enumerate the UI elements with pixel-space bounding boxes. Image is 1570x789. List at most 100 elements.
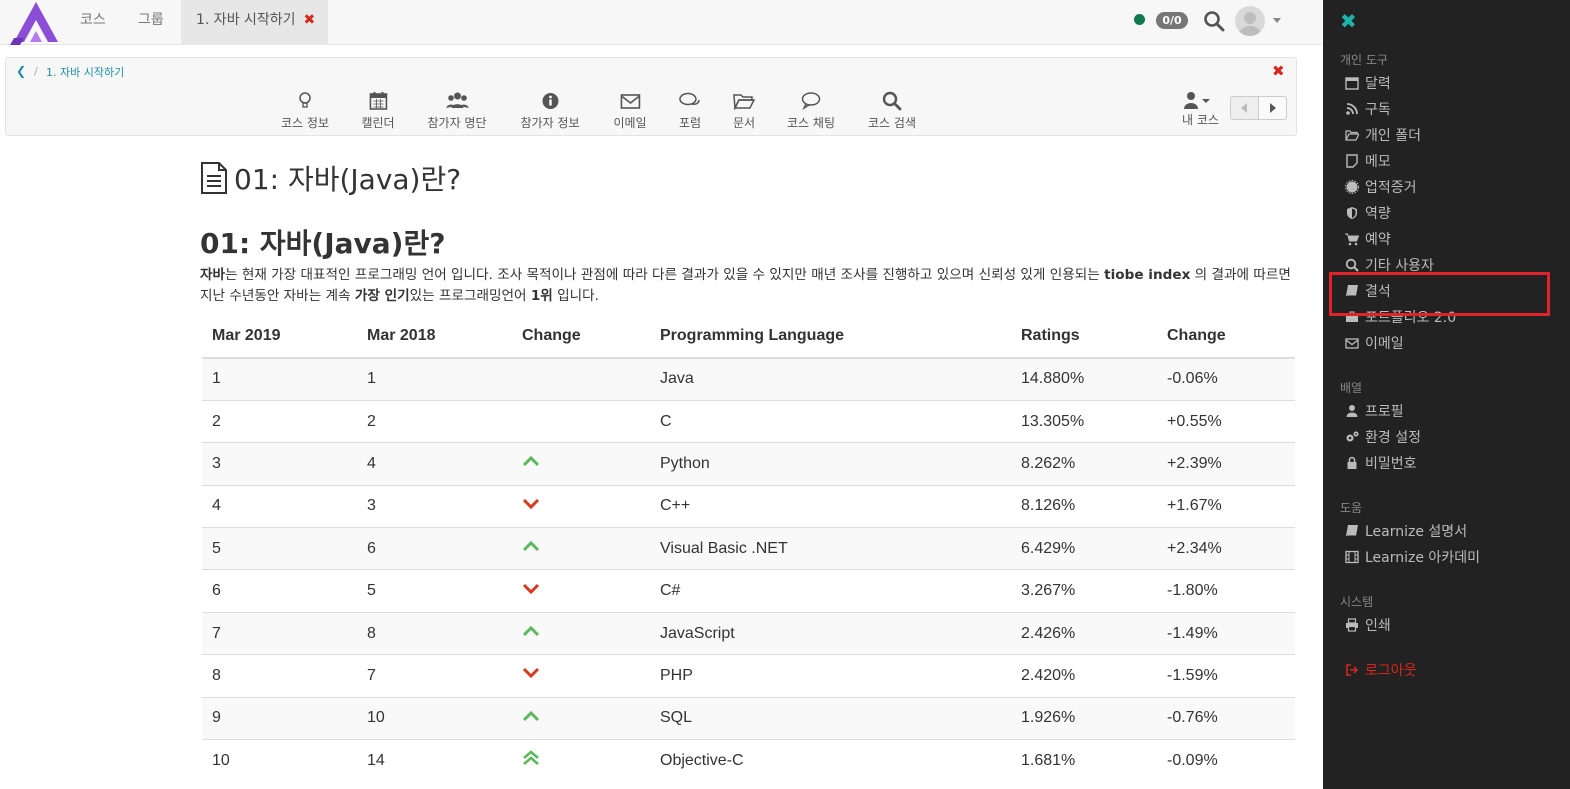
next-button[interactable]: [1258, 96, 1287, 120]
my-course-menu[interactable]: 내 코스: [1182, 91, 1219, 128]
table-row: 8 7 PHP 2.420% -1.59%: [202, 654, 1295, 698]
back-chevron-icon[interactable]: ❮: [16, 64, 26, 78]
tool-forum[interactable]: 포럼: [679, 91, 701, 131]
sidebar-item-calendar[interactable]: 달력: [1345, 72, 1391, 94]
sidebar-heading-help: 도움: [1340, 501, 1363, 515]
rating-cell: 6.429%: [1011, 527, 1157, 570]
sign-out-icon: [1346, 664, 1359, 676]
trend-cell: [512, 739, 650, 782]
close-tab-icon[interactable]: ✖: [304, 12, 316, 28]
sidebar-item-certificates[interactable]: 업적증거: [1345, 176, 1417, 198]
gears-icon: [1346, 431, 1359, 442]
sidebar-item-label: 프로필: [1365, 404, 1404, 420]
avatar[interactable]: [1235, 6, 1265, 36]
sidebar-item-profile[interactable]: 프로필: [1345, 400, 1404, 422]
rank-2018-cell: 4: [357, 442, 512, 486]
document-icon: [201, 162, 227, 194]
chevron-down-icon[interactable]: [1273, 18, 1281, 23]
rank-2019-cell: 7: [202, 611, 357, 655]
rank-2019-cell: 2: [202, 399, 357, 443]
previous-button[interactable]: [1230, 96, 1259, 120]
rating-cell: 8.126%: [1011, 484, 1157, 528]
envelope-icon: [1345, 338, 1359, 349]
rank-2019-cell: 6: [202, 569, 357, 613]
rank-2018-cell: 1: [357, 357, 512, 401]
change-cell: +1.67%: [1157, 484, 1295, 528]
logout-link[interactable]: 로그아웃: [1345, 659, 1417, 681]
sidebar-item-label: Learnize 아카데미: [1365, 550, 1480, 566]
tool-participant-list[interactable]: 참가자 명단: [427, 91, 487, 131]
trend-cell: [512, 611, 650, 655]
intro-text: 있는 프로그래밍언어: [409, 288, 531, 304]
sidebar-item-notes[interactable]: 메모: [1345, 150, 1391, 172]
language-cell: JavaScript: [650, 611, 1011, 655]
column-header: Change: [512, 315, 650, 359]
tool-course-chat[interactable]: 코스 채팅: [787, 91, 835, 131]
change-cell: +2.34%: [1157, 527, 1295, 570]
sidebar-item-settings[interactable]: 환경 설정: [1345, 426, 1421, 448]
lock-icon: [1347, 456, 1357, 469]
table-row: 5 6 Visual Basic .NET 6.429% +2.34%: [202, 527, 1295, 570]
table-row: 3 4 Python 8.262% +2.39%: [202, 442, 1295, 486]
close-course-icon[interactable]: ✖: [1272, 62, 1285, 80]
tab-active-course[interactable]: 1. 자바 시작하기 ✖: [181, 0, 328, 45]
intro-bold: 자바: [200, 267, 226, 283]
language-cell: C: [650, 399, 1011, 443]
intro-text: 는 현재 가장 대표적인 프로그래밍 언어 입니다. 조사 목적이나 관점에 따…: [225, 267, 1105, 283]
tool-calendar[interactable]: 캘린더: [361, 91, 395, 131]
sidebar-item-reservations[interactable]: 예약: [1345, 228, 1391, 250]
sidebar-item-label: 구독: [1365, 102, 1391, 118]
rank-2018-cell: 6: [357, 527, 512, 570]
sidebar-item-academy[interactable]: Learnize 아카데미: [1345, 546, 1480, 568]
tab-active-course-label: 1. 자바 시작하기: [196, 12, 296, 28]
nav-group[interactable]: 그룹: [138, 0, 164, 45]
rating-cell: 3.267%: [1011, 569, 1157, 613]
tool-course-search[interactable]: 코스 검색: [868, 91, 916, 131]
close-sidebar-icon[interactable]: ✖: [1340, 9, 1357, 33]
rank-2019-cell: 3: [202, 442, 357, 486]
breadcrumb[interactable]: 1. 자바 시작하기: [46, 64, 124, 80]
column-header: Mar 2019: [202, 315, 357, 359]
info-icon: [541, 93, 558, 109]
nav-course[interactable]: 코스: [80, 0, 106, 45]
rank-2018-cell: 8: [357, 611, 512, 655]
sidebar-item-label: 이메일: [1365, 336, 1404, 352]
column-header: Programming Language: [650, 315, 1011, 359]
sidebar-item-email[interactable]: 이메일: [1345, 332, 1404, 354]
search-icon[interactable]: [1203, 10, 1225, 32]
status-badge[interactable]: 0/0: [1156, 12, 1188, 29]
certificate-icon: [1345, 180, 1359, 194]
sidebar-item-subscriptions[interactable]: 구독: [1345, 98, 1391, 120]
sidebar-item-label: Learnize 설명서: [1365, 524, 1468, 540]
sidebar-item-manual[interactable]: Learnize 설명서: [1345, 520, 1467, 542]
tool-documents[interactable]: 문서: [733, 91, 755, 131]
rank-2018-cell: 2: [357, 399, 512, 443]
rating-cell: 1.681%: [1011, 739, 1157, 782]
tool-label: 참가자 명단: [427, 116, 487, 130]
breadcrumb-separator: /: [34, 65, 38, 78]
comments-icon: [679, 92, 700, 106]
folder-open-icon: [733, 94, 755, 111]
sidebar-item-print[interactable]: 인쇄: [1345, 614, 1391, 636]
language-cell: Python: [650, 442, 1011, 486]
sidebar-item-label: 환경 설정: [1365, 430, 1421, 446]
trend-cell: [512, 399, 650, 443]
table-row: 10 14 Objective-C 1.681% -0.09%: [202, 739, 1295, 782]
sidebar-item-competencies[interactable]: 역량: [1345, 202, 1391, 224]
learnize-logo[interactable]: [10, 0, 62, 45]
tool-participant-info[interactable]: 참가자 정보: [520, 91, 580, 131]
intro-bold: 가장 인기: [354, 288, 410, 304]
change-cell: -1.49%: [1157, 611, 1295, 655]
tool-label: 코스 검색: [868, 116, 916, 130]
change-cell: -1.80%: [1157, 569, 1295, 613]
sidebar-item-password[interactable]: 비밀번호: [1345, 452, 1417, 474]
language-cell: Visual Basic .NET: [650, 527, 1011, 570]
user-dropdown-icon: [1184, 92, 1210, 109]
tool-course-info[interactable]: 코스 정보: [281, 91, 329, 131]
trend-cell: [512, 569, 650, 613]
tool-email[interactable]: 이메일: [613, 91, 647, 131]
page-title: 01: 자바(Java)란?: [200, 158, 461, 198]
users-icon: [445, 92, 468, 108]
sidebar-heading-system: 시스템: [1340, 595, 1374, 609]
sidebar-item-personal-folder[interactable]: 개인 폴더: [1345, 124, 1421, 146]
